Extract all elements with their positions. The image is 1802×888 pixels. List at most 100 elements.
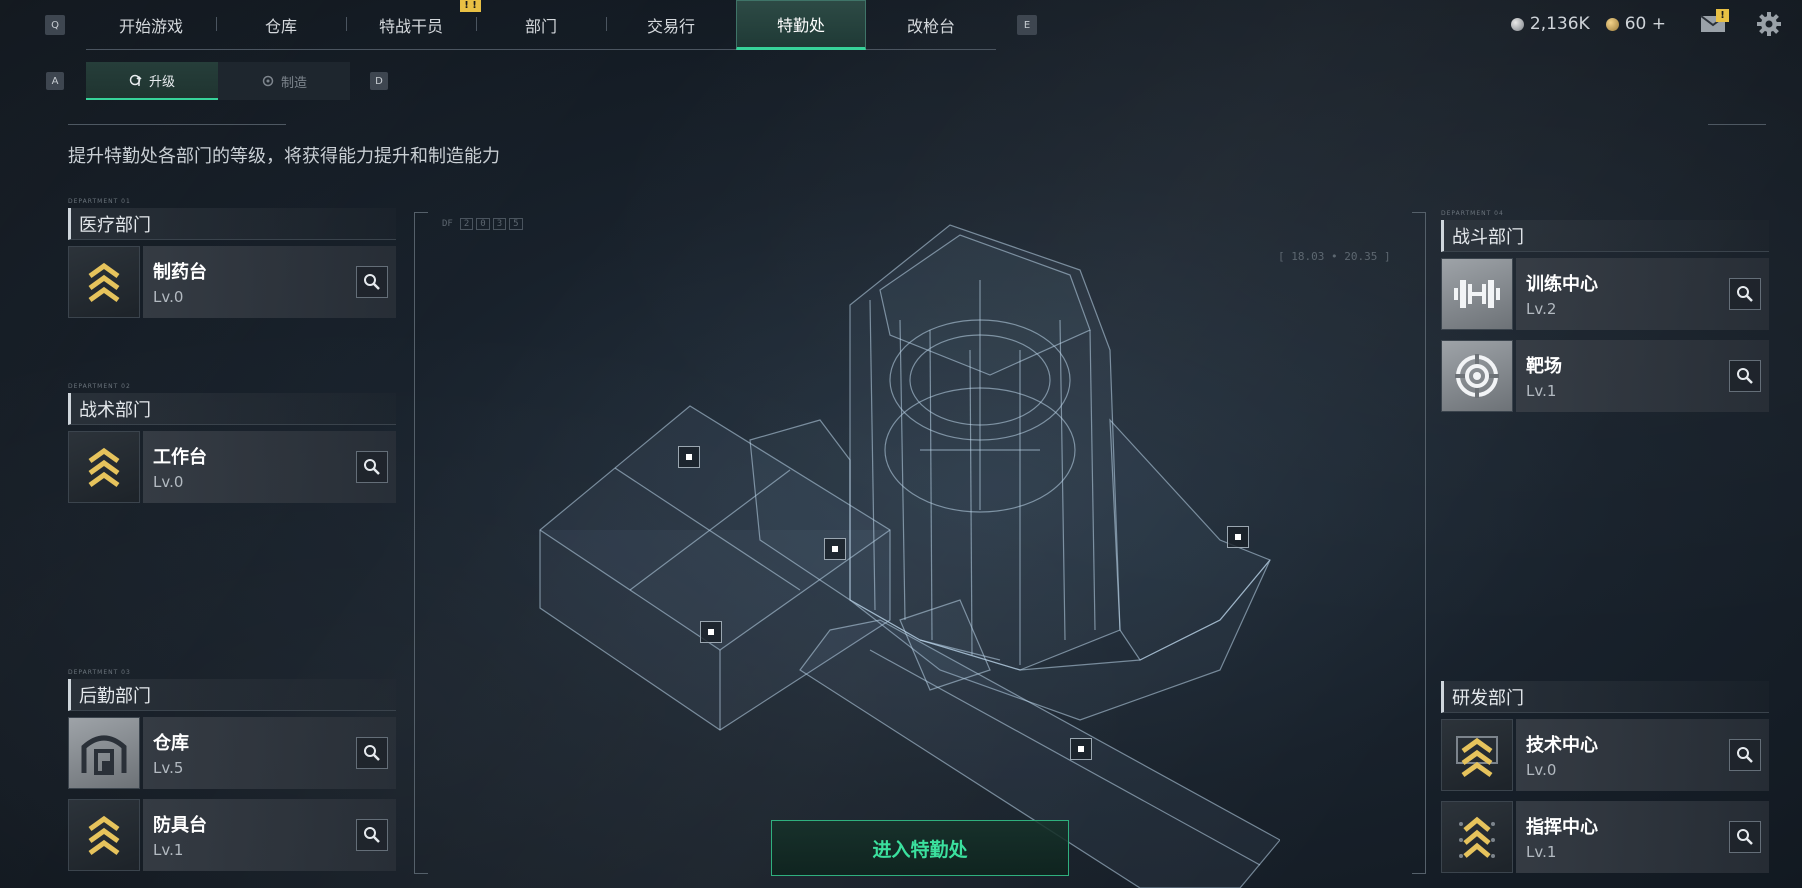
facility-card[interactable]: 靶场 Lv.1 [1441, 340, 1769, 412]
facility-info: 靶场 Lv.1 [1516, 340, 1769, 412]
tab-label: 特战干员 [378, 17, 443, 36]
facility-level: Lv.2 [1526, 300, 1557, 318]
facility-card[interactable]: 工作台 Lv.0 [68, 431, 396, 503]
map-marker[interactable] [1070, 738, 1092, 760]
mail-button[interactable]: ! [1700, 9, 1729, 33]
inspect-button[interactable] [356, 451, 388, 483]
facility-level: Lv.1 [1526, 843, 1557, 861]
page-subtitle: 提升特勤处各部门的等级，将获得能力提升和制造能力 [68, 146, 500, 167]
facility-name: 指挥中心 [1526, 817, 1598, 838]
facility-info: 指挥中心 Lv.1 [1516, 801, 1769, 873]
warehouse-icon [68, 717, 140, 789]
silver-currency[interactable]: 2,136K [1510, 14, 1590, 34]
department-title: 研发部门 [1441, 681, 1769, 713]
facility-card[interactable]: 防具台 Lv.1 [68, 799, 396, 871]
tab-label: 改枪台 [906, 17, 955, 36]
department-medical: DEPARTMENT 01 医疗部门 制药台 Lv.0 [68, 198, 396, 328]
hud-df-label: DF [442, 219, 453, 229]
main-nav: 开始游戏 仓库 特战干员 ! 部门 ! 交易行 特勤处 改枪台 [86, 0, 996, 50]
tab-label: 特勤处 [776, 16, 825, 35]
chevron-upgrade-icon [1441, 719, 1513, 791]
tab-label: 升级 [148, 74, 175, 90]
search-icon [1737, 286, 1753, 302]
gear-icon [1757, 12, 1781, 36]
search-icon [364, 827, 380, 843]
search-icon [364, 274, 380, 290]
silver-coin-icon [1510, 17, 1524, 31]
subnav: 升级 制造 [86, 62, 350, 100]
facility-card[interactable]: 训练中心 Lv.2 [1441, 258, 1769, 330]
inspect-button[interactable] [1729, 360, 1761, 392]
tab-label: 部门 [524, 17, 557, 36]
tab-label: 仓库 [264, 17, 297, 36]
tab-label: 开始游戏 [118, 17, 183, 36]
facility-wireframe-model [539, 224, 1280, 888]
nav-right-key-hint[interactable]: E [1017, 15, 1037, 35]
inspect-button[interactable] [356, 266, 388, 298]
tab-upgrade[interactable]: 升级 [86, 62, 218, 100]
department-research: 研发部门 技术中心 Lv.0 指挥中心 Lv.1 [1441, 681, 1769, 883]
subnav-right-key-hint[interactable]: D [370, 72, 388, 90]
search-icon [1737, 829, 1753, 845]
facility-level: Lv.0 [153, 288, 184, 306]
facility-level: Lv.0 [153, 473, 184, 491]
silver-amount: 2,136K [1529, 14, 1590, 34]
hud-bracket-right [1412, 212, 1426, 874]
subnav-left-key-hint[interactable]: A [46, 72, 64, 90]
inspect-button[interactable] [1729, 821, 1761, 853]
department-title: 后勤部门 [68, 679, 396, 711]
nav-left-key-hint[interactable]: Q [45, 15, 65, 35]
facility-name: 制药台 [153, 262, 207, 283]
hud-bracket-left [414, 212, 428, 874]
facility-card[interactable]: 制药台 Lv.0 [68, 246, 396, 318]
inspect-button[interactable] [1729, 278, 1761, 310]
divider-line [1708, 124, 1766, 125]
facility-info: 技术中心 Lv.0 [1516, 719, 1769, 791]
inspect-button[interactable] [356, 737, 388, 769]
map-marker[interactable] [1227, 526, 1249, 548]
facility-info: 训练中心 Lv.2 [1516, 258, 1769, 330]
facility-name: 训练中心 [1526, 274, 1598, 295]
facility-name: 工作台 [153, 447, 207, 468]
tab-special-ops[interactable]: 特勤处 [736, 0, 866, 50]
inspect-button[interactable] [356, 819, 388, 851]
chevron-upgrade-icon [68, 246, 140, 318]
tab-start-game[interactable]: 开始游戏 [86, 0, 216, 50]
inspect-button[interactable] [1729, 739, 1761, 771]
map-marker[interactable] [700, 621, 722, 643]
department-title: 战术部门 [68, 393, 396, 425]
map-marker[interactable] [678, 446, 700, 468]
target-icon [1441, 340, 1513, 412]
tab-operators[interactable]: 特战干员 ! [346, 0, 476, 50]
facility-info: 仓库 Lv.5 [143, 717, 396, 789]
facility-card[interactable]: 指挥中心 Lv.1 [1441, 801, 1769, 873]
tab-label: 制造 [280, 75, 307, 91]
tab-gunsmith[interactable]: 改枪台 [866, 0, 996, 50]
gold-coin-icon [1605, 17, 1619, 31]
tab-craft[interactable]: 制造 [218, 62, 350, 100]
department-logistics: DEPARTMENT 03 后勤部门 仓库 Lv.5 防具台 Lv.1 [68, 669, 396, 881]
search-icon [1737, 747, 1753, 763]
tab-trading[interactable]: 交易行 [606, 0, 736, 50]
chevron-upgrade-icon [68, 799, 140, 871]
facility-level: Lv.1 [1526, 382, 1557, 400]
facility-name: 防具台 [153, 815, 207, 836]
tab-department[interactable]: 部门 ! [468, 0, 606, 50]
alert-badge: ! [468, 0, 481, 12]
tab-warehouse[interactable]: 仓库 [216, 0, 346, 50]
hud-digit: 2 [459, 218, 474, 230]
gold-amount: 60 + [1624, 14, 1666, 34]
department-title: 战斗部门 [1441, 220, 1769, 252]
divider-line [68, 124, 286, 125]
search-icon [364, 745, 380, 761]
facility-info: 制药台 Lv.0 [143, 246, 396, 318]
facility-level: Lv.0 [1526, 761, 1557, 779]
enter-special-ops-button[interactable]: 进入特勤处 [771, 820, 1069, 876]
facility-card[interactable]: 技术中心 Lv.0 [1441, 719, 1769, 791]
facility-info: 防具台 Lv.1 [143, 799, 396, 871]
gold-currency[interactable]: 60 + [1605, 14, 1666, 34]
map-marker[interactable] [824, 538, 846, 560]
settings-button[interactable] [1756, 11, 1782, 37]
facility-card[interactable]: 仓库 Lv.5 [68, 717, 396, 789]
mail-badge: ! [1716, 9, 1729, 22]
